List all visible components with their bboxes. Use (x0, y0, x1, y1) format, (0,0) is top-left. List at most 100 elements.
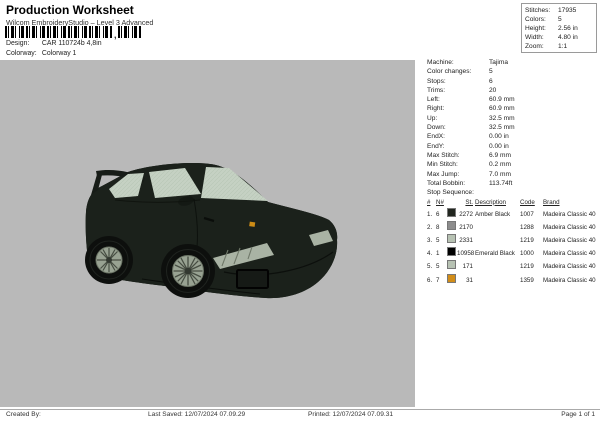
machine-setting-label: EndX: (427, 132, 489, 141)
stop-seq-code: 1219 (520, 261, 543, 272)
summary-value: 17935 (558, 6, 576, 15)
machine-setting-row: EndX:0.00 in (427, 132, 598, 141)
stop-seq-needle: 5 (436, 235, 447, 246)
machine-setting-row: Color changes:5 (427, 67, 598, 76)
stop-seq-number: 4. (427, 248, 436, 259)
stop-sequence-row: 3.523311219Madeira Classic 40 (427, 234, 598, 247)
machine-setting-value: 6.9 mm (489, 151, 511, 160)
machine-setting-label: Trims: (427, 86, 489, 95)
stop-seq-col-header: Code (520, 198, 543, 208)
machine-setting-label: Max Stitch: (427, 151, 489, 160)
machine-setting-row: Min Stitch:0.2 mm (427, 160, 598, 169)
machine-setting-row: Left:60.9 mm (427, 95, 598, 104)
stop-seq-description: Emerald Black (475, 248, 520, 259)
summary-row: Colors:5 (525, 15, 593, 24)
machine-setting-value: 60.9 mm (489, 95, 515, 104)
thread-color-swatch (447, 221, 456, 230)
page-number: Page 1 of 1 (561, 411, 595, 418)
machine-setting-value: 32.5 mm (489, 114, 515, 123)
thread-color-swatch (447, 247, 456, 256)
machine-setting-label: EndY: (427, 142, 489, 151)
machine-setting-label: Down: (427, 123, 489, 132)
machine-setting-row: Up:32.5 mm (427, 114, 598, 123)
machine-setting-row: Down:32.5 mm (427, 123, 598, 132)
machine-setting-row: Max Stitch:6.9 mm (427, 151, 598, 160)
barcode-separator: , (114, 32, 117, 38)
stop-seq-number: 6. (427, 275, 436, 286)
machine-setting-value: 6 (489, 77, 493, 86)
summary-label: Stitches: (525, 6, 558, 15)
machine-setting-label: Machine: (427, 58, 489, 67)
stop-seq-code: 1007 (520, 209, 543, 220)
design-summary-box: Stitches:17935Colors:5Height:2.56 inWidt… (521, 3, 597, 53)
design-canvas (0, 60, 415, 407)
machine-setting-value: 0.00 in (489, 142, 509, 151)
stop-seq-needle: 1 (436, 248, 447, 259)
machine-setting-label: Stops: (427, 77, 489, 86)
stop-seq-stitches: 171 (457, 261, 475, 272)
summary-value: 4.80 in (558, 33, 578, 42)
stop-seq-number: 2. (427, 222, 436, 233)
machine-setting-label: Total Bobbin: (427, 179, 489, 188)
stop-seq-col-header: Description (475, 198, 520, 208)
thread-color-swatch (447, 260, 456, 269)
colorway-row: Colorway: Colorway 1 (6, 50, 76, 57)
thread-color-swatch (447, 234, 456, 243)
machine-setting-value: 113.74ft (489, 179, 512, 188)
summary-label: Zoom: (525, 42, 558, 51)
machine-setting-row: Machine:Tajima (427, 58, 598, 67)
stop-seq-col-header: N# (436, 198, 447, 208)
thread-color-swatch (447, 274, 456, 283)
stop-sequence-header: #N# St.DescriptionCodeBrand (427, 198, 598, 208)
summary-row: Stitches:17935 (525, 6, 593, 15)
stop-seq-needle: 5 (436, 261, 447, 272)
machine-setting-row: Trims:20 (427, 86, 598, 95)
machine-setting-value: 0.2 mm (489, 160, 511, 169)
stop-sequence-row: 2.821701288Madeira Classic 40 (427, 221, 598, 234)
stop-seq-col-header: Brand (543, 198, 598, 208)
machine-setting-value: 0.00 in (489, 132, 509, 141)
stop-seq-col-header: St. (457, 198, 475, 208)
stop-seq-needle: 6 (436, 209, 447, 220)
design-label: Design: (6, 40, 40, 47)
summary-value: 2.56 in (558, 24, 578, 33)
machine-setting-label: Min Stitch: (427, 160, 489, 169)
stop-seq-number: 5. (427, 261, 436, 272)
machine-setting-label: Right: (427, 104, 489, 113)
stop-sequence-row: 6.7311359Madeira Classic 40 (427, 274, 598, 287)
stop-seq-code: 1359 (520, 275, 543, 286)
summary-label: Colors: (525, 15, 558, 24)
stop-seq-brand: Madeira Classic 40 (543, 261, 598, 272)
machine-setting-label: Up: (427, 114, 489, 123)
summary-value: 1:1 (558, 42, 567, 51)
design-row: Design: CAR 110724b 4,8in (6, 40, 102, 47)
barcode-bars-left (5, 26, 113, 38)
summary-label: Width: (525, 33, 558, 42)
barcode-bars-right (118, 26, 142, 38)
license-plate (237, 270, 268, 288)
machine-setting-value: Tajima (489, 58, 508, 67)
machine-setting-row: Max Jump:7.0 mm (427, 170, 598, 179)
stop-sequence-row: 1.62272Amber Black1007Madeira Classic 40 (427, 208, 598, 221)
machine-setting-value: 20 (489, 86, 496, 95)
summary-row: Height:2.56 in (525, 24, 593, 33)
machine-setting-value: 7.0 mm (489, 170, 511, 179)
machine-setting-label: Max Jump: (427, 170, 489, 179)
machine-setting-value: 5 (489, 67, 493, 76)
machine-setting-row: Right:60.9 mm (427, 104, 598, 113)
stop-seq-code: 1219 (520, 235, 543, 246)
footer-divider (0, 409, 600, 410)
summary-label: Height: (525, 24, 558, 33)
stop-seq-needle: 8 (436, 222, 447, 233)
colorway-value: Colorway 1 (42, 50, 76, 57)
stop-seq-brand: Madeira Classic 40 (543, 209, 598, 220)
machine-setting-row: Stops:6 (427, 77, 598, 86)
thread-color-swatch (447, 208, 456, 217)
stop-seq-col-header: # (427, 198, 436, 208)
stop-sequence-title: Stop Sequence: (427, 188, 598, 198)
stop-seq-needle: 7 (436, 275, 447, 286)
stop-seq-stitches: 10958 (457, 248, 475, 259)
machine-setting-label: Color changes: (427, 67, 489, 76)
stop-seq-number: 1. (427, 209, 436, 220)
summary-value: 5 (558, 15, 562, 24)
